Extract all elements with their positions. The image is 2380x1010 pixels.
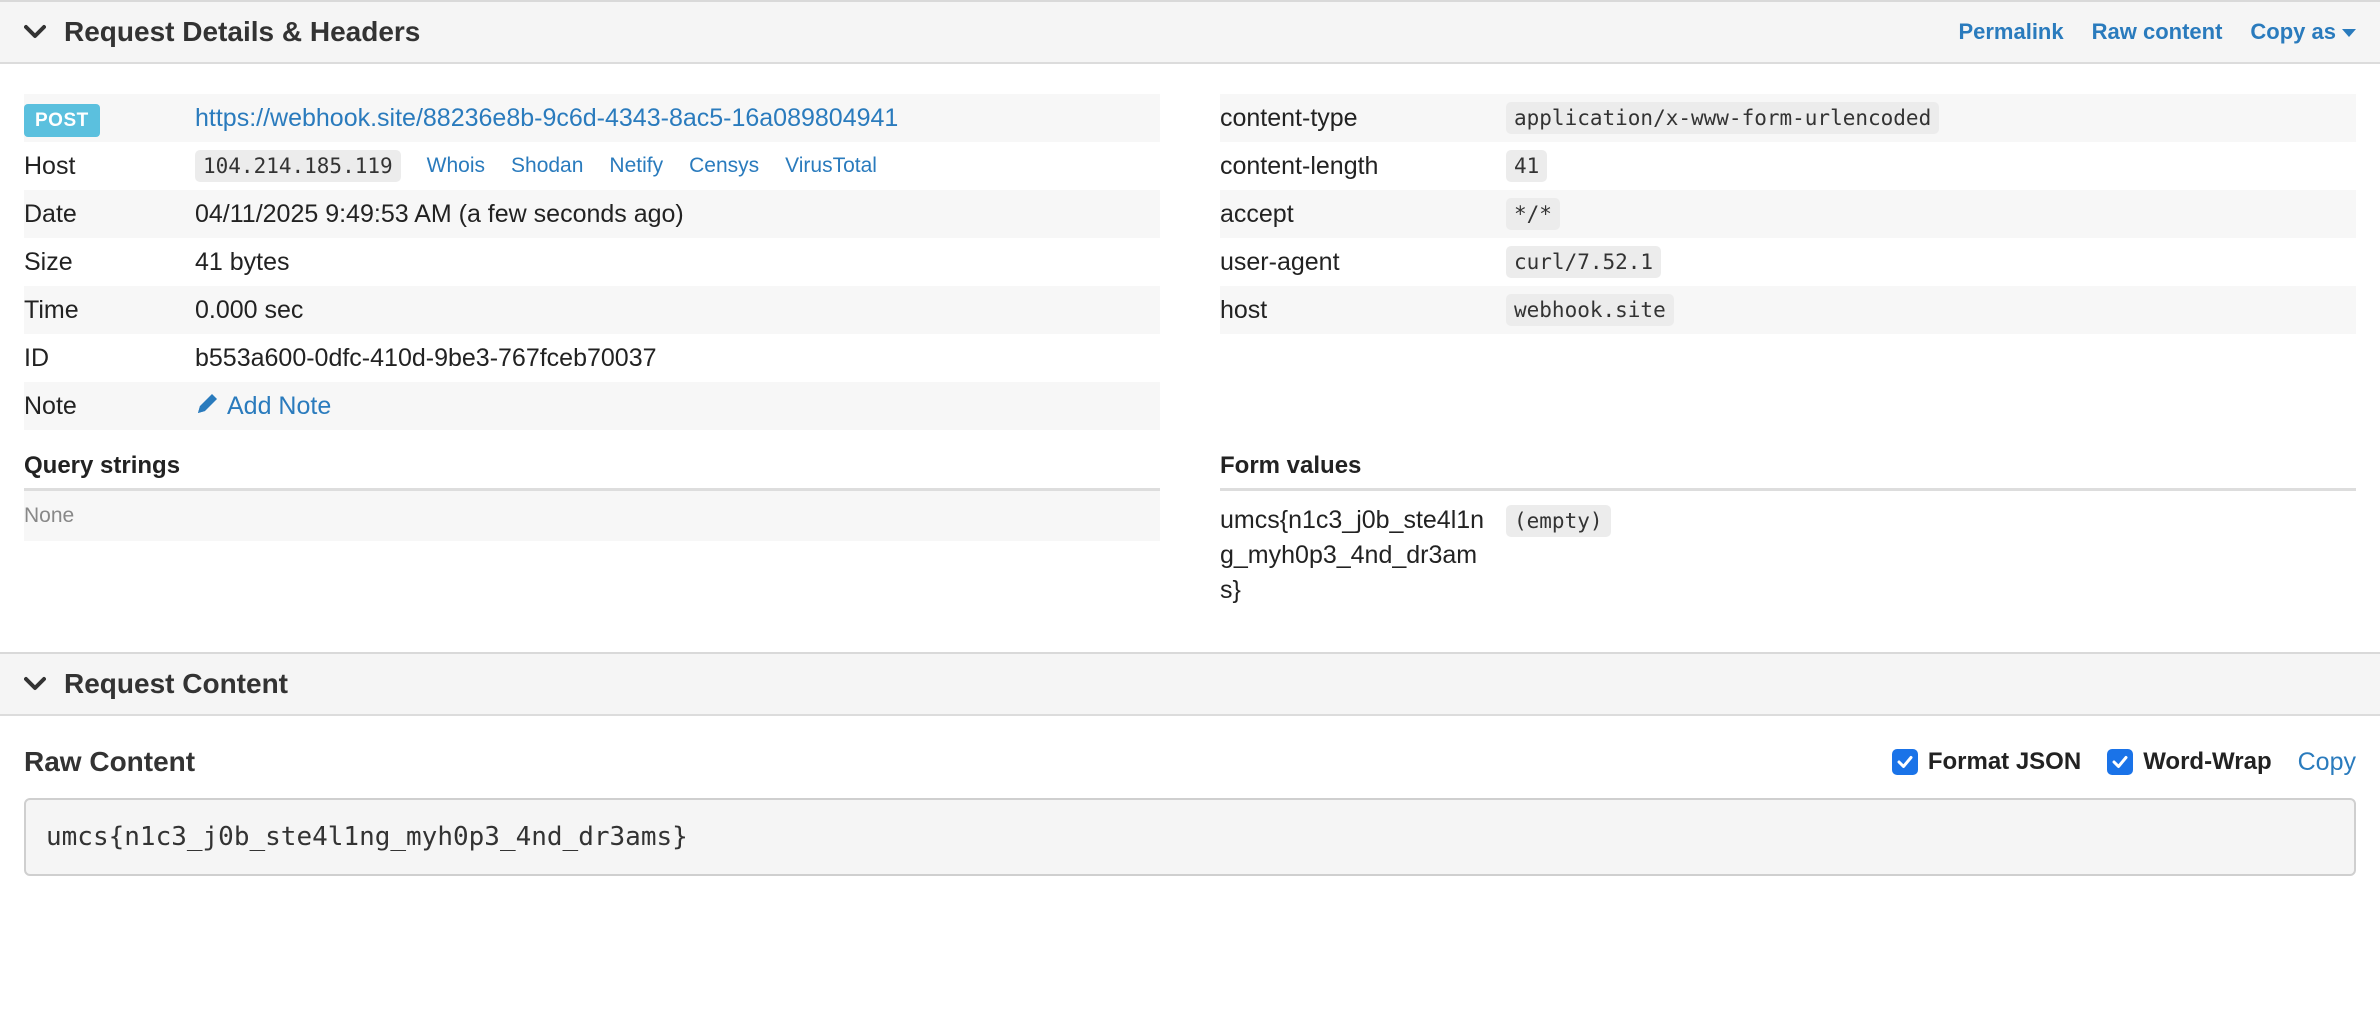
- censys-link[interactable]: Censys: [689, 154, 759, 178]
- add-note-label: Add Note: [227, 391, 332, 420]
- header-row: host webhook.site: [1220, 286, 2356, 334]
- date-row: Date 04/11/2025 9:49:53 AM (a few second…: [24, 190, 1160, 238]
- copy-as-label: Copy as: [2250, 19, 2336, 44]
- virustotal-link[interactable]: VirusTotal: [785, 154, 877, 178]
- header-row: content-length 41: [1220, 142, 2356, 190]
- header-key: content-length: [1220, 151, 1379, 180]
- time-value: 0.000 sec: [195, 295, 304, 324]
- host-ip: 104.214.185.119: [195, 150, 401, 182]
- header-row: user-agent curl/7.52.1: [1220, 238, 2356, 286]
- method-badge: POST: [24, 103, 100, 137]
- id-value: b553a600-0dfc-410d-9be3-767fceb70037: [195, 343, 657, 372]
- raw-content-title: Raw Content: [24, 746, 196, 777]
- header-actions: Permalink Raw content Copy as: [1958, 19, 2356, 45]
- host-label: Host: [24, 151, 76, 180]
- query-strings-title: Query strings: [24, 430, 1160, 491]
- raw-content-body[interactable]: umcs{n1c3_j0b_ste4l1ng_myh0p3_4nd_dr3ams…: [24, 798, 2356, 876]
- header-value: webhook.site: [1506, 294, 1674, 326]
- raw-content-toolbar: Raw Content Format JSON Word-Wrap Copy: [0, 716, 2380, 778]
- copy-as-dropdown[interactable]: Copy as: [2250, 19, 2356, 45]
- caret-down-icon: [2342, 29, 2356, 38]
- pencil-icon: [195, 390, 221, 423]
- headers-table: content-type application/x-www-form-urle…: [1220, 94, 2356, 608]
- chevron-down-icon[interactable]: [24, 673, 46, 695]
- permalink-link[interactable]: Permalink: [1958, 19, 2063, 45]
- header-value: */*: [1506, 198, 1560, 230]
- format-json-label: Format JSON: [1927, 748, 2082, 775]
- header-key: host: [1220, 295, 1268, 324]
- header-row: accept */*: [1220, 190, 2356, 238]
- note-row: Note Add Note: [24, 382, 1160, 430]
- raw-content-link[interactable]: Raw content: [2092, 19, 2223, 45]
- copy-button[interactable]: Copy: [2298, 748, 2356, 777]
- panel-title: Request Details & Headers: [64, 16, 421, 47]
- netify-link[interactable]: Netify: [609, 154, 663, 178]
- checkmark-icon: [1891, 749, 1918, 775]
- header-key: content-type: [1220, 103, 1358, 132]
- note-label: Note: [24, 391, 77, 420]
- size-value: 41 bytes: [195, 247, 290, 276]
- request-url-link[interactable]: https://webhook.site/88236e8b-9c6d-4343-…: [195, 104, 898, 133]
- id-row: ID b553a600-0dfc-410d-9be3-767fceb70037: [24, 334, 1160, 382]
- header-value: application/x-www-form-urlencoded: [1506, 102, 1940, 134]
- time-row: Time 0.000 sec: [24, 286, 1160, 334]
- form-value-row: umcs{n1c3_j0b_ste4l1ng_myh0p3_4nd_dr3ams…: [1220, 491, 2356, 608]
- add-note-link[interactable]: Add Note: [195, 390, 331, 423]
- shodan-link[interactable]: Shodan: [511, 154, 583, 178]
- form-key: umcs{n1c3_j0b_ste4l1ng_myh0p3_4nd_dr3ams…: [1220, 506, 1485, 604]
- word-wrap-label: Word-Wrap: [2143, 748, 2272, 775]
- size-label: Size: [24, 247, 73, 276]
- header-key: user-agent: [1220, 247, 1340, 276]
- date-value: 04/11/2025 9:49:53 AM (a few seconds ago…: [195, 199, 684, 228]
- header-value: 41: [1506, 150, 1548, 182]
- header-value: curl/7.52.1: [1506, 246, 1662, 278]
- date-label: Date: [24, 199, 77, 228]
- checkmark-icon: [2107, 749, 2134, 775]
- size-row: Size 41 bytes: [24, 238, 1160, 286]
- request-details-header[interactable]: Request Details & Headers Permalink Raw …: [0, 0, 2380, 64]
- request-content-header[interactable]: Request Content: [0, 652, 2380, 716]
- panel-title: Request Content: [64, 668, 288, 699]
- query-strings-empty: None: [24, 491, 1160, 541]
- form-value: (empty): [1506, 505, 1611, 537]
- header-row: content-type application/x-www-form-urle…: [1220, 94, 2356, 142]
- request-details-table: POST https://webhook.site/88236e8b-9c6d-…: [24, 94, 1160, 608]
- host-row: Host 104.214.185.119 Whois Shodan Netify…: [24, 142, 1160, 190]
- header-key: accept: [1220, 199, 1294, 228]
- word-wrap-checkbox[interactable]: Word-Wrap: [2107, 748, 2272, 776]
- whois-link[interactable]: Whois: [427, 154, 485, 178]
- format-json-checkbox[interactable]: Format JSON: [1891, 748, 2082, 776]
- chevron-down-icon[interactable]: [24, 21, 46, 43]
- id-label: ID: [24, 343, 49, 372]
- method-row: POST https://webhook.site/88236e8b-9c6d-…: [24, 94, 1160, 142]
- time-label: Time: [24, 295, 79, 324]
- form-values-title: Form values: [1220, 430, 2356, 491]
